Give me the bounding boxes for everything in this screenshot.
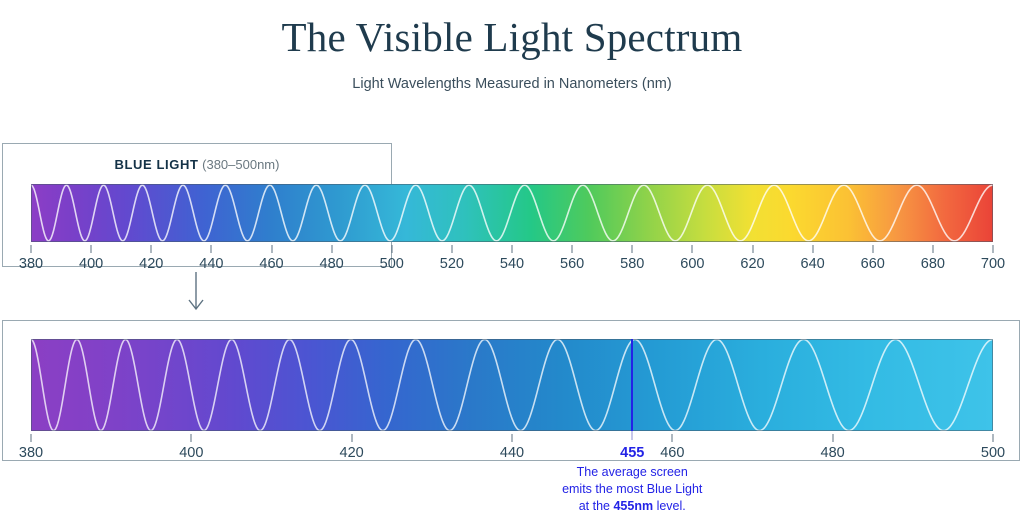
axis-tick bbox=[932, 245, 934, 253]
axis-tick bbox=[752, 245, 753, 253]
page-title: The Visible Light Spectrum bbox=[281, 14, 743, 60]
blue-light-axis: 380 400 420 440 455 460 480 500 bbox=[19, 434, 1005, 468]
axis-tick bbox=[671, 434, 673, 442]
caption-line-3-pre: at the bbox=[578, 499, 614, 513]
axis-tick bbox=[190, 434, 192, 442]
axis-tick-label: 500 bbox=[980, 445, 1006, 461]
axis-tick-label: 500 bbox=[379, 256, 404, 272]
caption-line-3-post: level. bbox=[653, 499, 686, 513]
connector-arrow-icon bbox=[188, 272, 204, 311]
axis-tick-label: 600 bbox=[680, 256, 705, 272]
axis-tick bbox=[331, 245, 333, 253]
axis-tick-label: 460 bbox=[259, 256, 284, 272]
page-subtitle: Light Wavelengths Measured in Nanometers… bbox=[352, 76, 672, 92]
axis-tick bbox=[391, 245, 393, 253]
axis-tick-label: 620 bbox=[740, 256, 765, 272]
blue-light-label-text: BLUE LIGHT bbox=[114, 157, 199, 172]
axis-tick bbox=[832, 434, 834, 442]
axis-tick-label: 560 bbox=[560, 256, 585, 272]
axis-tick-label: 460 bbox=[660, 445, 685, 461]
axis-tick bbox=[30, 434, 32, 442]
axis-tick bbox=[150, 245, 152, 253]
blue-light-range-text: (380–500nm) bbox=[202, 157, 280, 172]
axis-tick bbox=[271, 245, 272, 253]
blue-light-spectrum-bar bbox=[31, 339, 993, 431]
axis-tick-label: 380 bbox=[18, 256, 44, 272]
axis-tick bbox=[631, 245, 633, 253]
axis-tick-label: 520 bbox=[439, 256, 464, 272]
axis-tick bbox=[511, 434, 513, 442]
axis-tick bbox=[691, 245, 693, 253]
caption-line-3-strong: 455nm bbox=[613, 499, 654, 513]
axis-tick-label: 420 bbox=[339, 445, 364, 461]
axis-tick-label: 660 bbox=[860, 256, 885, 272]
axis-tick bbox=[872, 245, 874, 253]
axis-tick-label: 700 bbox=[980, 256, 1006, 272]
axis-tick-label: 580 bbox=[620, 256, 645, 272]
caption-line-3: at the 455nm level. bbox=[482, 498, 782, 515]
axis-tick-label: 400 bbox=[79, 256, 104, 272]
full-spectrum-axis: 380 400 420 440 460 480 500 520 540 560 580 600 620 6… bbox=[19, 245, 1005, 279]
blue-light-bar-inner bbox=[31, 339, 993, 431]
axis-tick bbox=[812, 245, 814, 253]
axis-tick bbox=[511, 245, 513, 253]
axis-tick-label-455: 455 bbox=[620, 445, 645, 461]
axis-tick bbox=[571, 245, 573, 253]
caption-line-2: emits the most Blue Light bbox=[562, 482, 703, 496]
blue-light-wave-overlay bbox=[31, 339, 993, 431]
marker-455-caption: The average screen emits the most Blue L… bbox=[482, 464, 782, 515]
full-spectrum-bar bbox=[31, 184, 993, 242]
marker-455-line bbox=[631, 339, 634, 431]
blue-light-callout-label: BLUE LIGHT (380–500nm) bbox=[2, 157, 392, 172]
caption-line-1: The average screen bbox=[576, 465, 688, 479]
axis-tick bbox=[992, 434, 994, 442]
axis-tick-label: 480 bbox=[820, 445, 845, 461]
axis-tick-label: 420 bbox=[139, 256, 164, 272]
axis-tick-label: 440 bbox=[199, 256, 224, 272]
axis-tick-label: 480 bbox=[319, 256, 344, 272]
axis-tick-label: 680 bbox=[920, 256, 945, 272]
axis-tick bbox=[210, 245, 212, 253]
axis-tick bbox=[992, 245, 994, 253]
axis-tick-label: 400 bbox=[179, 445, 204, 461]
full-spectrum-wave-overlay bbox=[31, 184, 993, 242]
axis-tick bbox=[90, 245, 92, 253]
axis-tick bbox=[351, 434, 353, 442]
axis-tick-label: 640 bbox=[800, 256, 825, 272]
axis-tick bbox=[451, 245, 453, 253]
full-spectrum-bar-inner bbox=[31, 184, 993, 242]
axis-tick-label: 380 bbox=[18, 445, 44, 461]
axis-tick-label: 540 bbox=[499, 256, 525, 272]
axis-tick-label: 440 bbox=[499, 445, 525, 461]
axis-tick bbox=[30, 245, 32, 253]
